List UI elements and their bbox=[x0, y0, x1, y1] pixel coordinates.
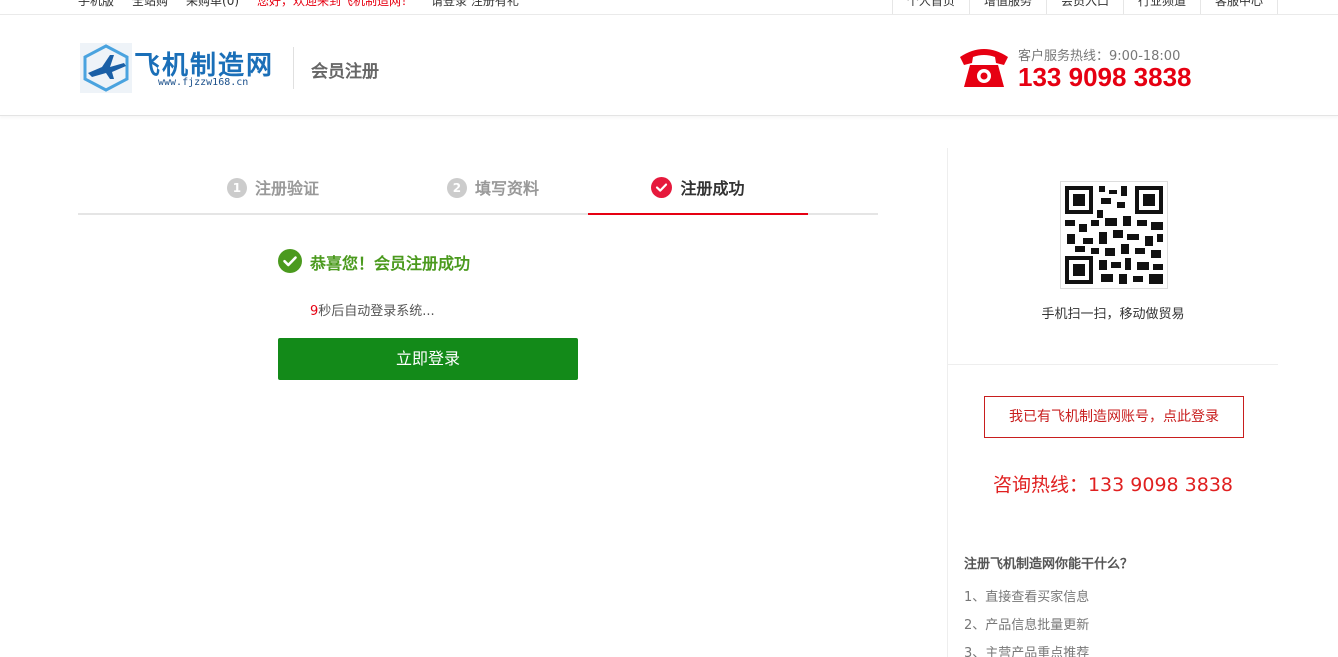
step-success: 注册成功 bbox=[588, 166, 808, 215]
step-label: 填写资料 bbox=[474, 179, 539, 198]
list-item: 1、直接查看买家信息 bbox=[964, 590, 1090, 605]
top-nav-member-entry[interactable]: 会员入口 bbox=[1045, 0, 1123, 14]
list-item: 3、主营产品重点推荐 bbox=[964, 646, 1090, 657]
sidebar-divider bbox=[948, 364, 1278, 365]
site-logo[interactable]: 飞机制造网 www.fjzzw168.cn bbox=[80, 43, 272, 95]
top-nav-service-center[interactable]: 客服中心 bbox=[1199, 0, 1278, 14]
top-bar-right: 个人首页 增值服务 会员入口 行业频道 客服中心 bbox=[891, 0, 1278, 14]
purchase-list-link[interactable]: 采购单(0) bbox=[186, 0, 239, 9]
login-now-button[interactable]: 立即登录 bbox=[278, 338, 578, 380]
top-bar-left: 手机版 全站购 采购单(0) 您好，欢迎来到飞机制造网！ 请登录 注册有礼 bbox=[78, 0, 519, 9]
benefits-list: 1、直接查看买家信息 2、产品信息批量更新 3、主营产品重点推荐 bbox=[964, 586, 1089, 657]
check-circle-icon bbox=[651, 177, 673, 198]
header-divider bbox=[293, 47, 294, 89]
airplane-logo-icon bbox=[80, 43, 132, 93]
step-verify: 1 注册验证 bbox=[163, 166, 383, 215]
countdown-text: 秒后自动登录系统... bbox=[318, 304, 435, 319]
existing-account-login-button[interactable]: 我已有飞机制造网账号，点此登录 bbox=[984, 396, 1244, 438]
qr-code-icon bbox=[1060, 181, 1168, 289]
top-nav-value-added[interactable]: 增值服务 bbox=[968, 0, 1046, 14]
success-message: 恭喜您！会员注册成功 bbox=[310, 254, 471, 273]
telephone-icon bbox=[958, 43, 1010, 91]
top-nav-industry-channel[interactable]: 行业频道 bbox=[1122, 0, 1200, 14]
step-label: 注册验证 bbox=[254, 179, 319, 198]
step-number: 2 bbox=[446, 178, 467, 198]
qr-caption: 手机扫一扫，移动做贸易 bbox=[1041, 307, 1185, 322]
success-check-icon bbox=[278, 249, 302, 273]
logo-url: www.fjzzw168.cn bbox=[158, 77, 249, 88]
site-purchase-link[interactable]: 全站购 bbox=[132, 0, 168, 9]
top-nav-personal-home[interactable]: 个人首页 bbox=[891, 0, 969, 14]
welcome-text: 您好，欢迎来到飞机制造网！ bbox=[257, 0, 414, 8]
step-label: 注册成功 bbox=[680, 179, 745, 198]
registration-steps: 1 注册验证 2 填写资料 注册成功 bbox=[78, 166, 878, 215]
site-header: 飞机制造网 www.fjzzw168.cn 会员注册 客户服务热线：9:00-1… bbox=[0, 16, 1338, 116]
benefits-title: 注册飞机制造网你能干什么？ bbox=[964, 557, 1134, 572]
top-bar: 手机版 全站购 采购单(0) 您好，欢迎来到飞机制造网！ 请登录 注册有礼 个人… bbox=[0, 0, 1338, 15]
login-register-link[interactable]: 请登录 注册有礼 bbox=[431, 0, 519, 9]
hotline-number: 133 9098 3838 bbox=[1018, 62, 1192, 92]
auto-login-countdown: 9秒后自动登录系统... bbox=[310, 300, 435, 319]
mobile-link[interactable]: 手机版 bbox=[78, 0, 114, 9]
consult-hotline: 咨询热线：133 9098 3838 bbox=[992, 474, 1234, 496]
list-item: 2、产品信息批量更新 bbox=[964, 618, 1090, 633]
step-number: 1 bbox=[226, 178, 247, 198]
step-fill-info: 2 填写资料 bbox=[383, 166, 603, 215]
sidebar: 手机扫一扫，移动做贸易 我已有飞机制造网账号，点此登录 咨询热线：133 909… bbox=[947, 148, 1278, 657]
page-title: 会员注册 bbox=[311, 62, 379, 82]
